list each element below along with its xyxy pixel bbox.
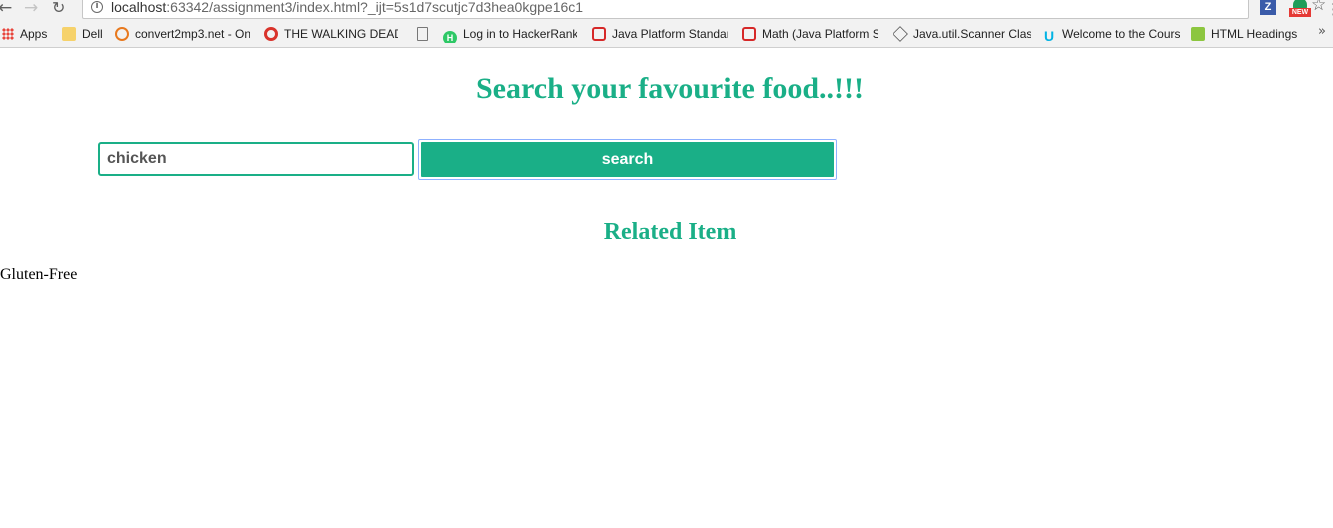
address-bar[interactable]: i localhost:63342/assignment3/index.html…: [82, 0, 1326, 19]
bookmark-hackerrank[interactable]: H Log in to HackerRank: [443, 25, 579, 43]
browser-toolbar: ← → ↻ i localhost:63342/assignment3/inde…: [0, 0, 1333, 20]
diamond-icon: [893, 26, 908, 42]
bookmark-scanner[interactable]: Java.util.Scanner Class: [893, 25, 1033, 43]
page-icon: [417, 27, 428, 41]
bookmarks-bar: Apps Dell convert2mp3.net - On THE WALKI…: [0, 20, 1333, 48]
bookmark-java-platform[interactable]: Java Platform Standar: [592, 25, 730, 43]
bookmark-page[interactable]: [417, 25, 433, 43]
bookmark-html-headings[interactable]: HTML Headings: [1191, 25, 1306, 43]
search-button-label: search: [421, 142, 834, 177]
search-button[interactable]: search: [418, 139, 837, 180]
related-heading: Related Item: [603, 219, 737, 245]
result-item: Gluten-Free: [0, 266, 78, 283]
bookmark-math-java[interactable]: Math (Java Platform S: [742, 25, 880, 43]
bookmark-apps[interactable]: Apps: [2, 25, 54, 43]
bookmark-label: Log in to HackerRank: [463, 27, 577, 41]
url-text[interactable]: localhost:63342/assignment3/index.html?_…: [111, 0, 583, 15]
url-host: localhost: [111, 0, 167, 15]
udacity-icon: U: [1043, 28, 1055, 43]
forward-arrow-icon[interactable]: →: [24, 0, 38, 18]
extension-new-badge: NEW: [1289, 8, 1311, 17]
extension-z-icon[interactable]: Z: [1260, 0, 1276, 15]
bookmark-label: Apps: [20, 27, 48, 41]
search-input[interactable]: [98, 142, 414, 176]
bookmark-label: HTML Headings: [1211, 27, 1298, 41]
twd-icon: [264, 27, 278, 41]
folder-icon: [62, 27, 76, 41]
back-arrow-icon[interactable]: ←: [0, 0, 12, 18]
bookmark-label: Welcome to the Cours: [1062, 27, 1180, 41]
html-icon: [1191, 27, 1205, 41]
hackerrank-icon: H: [443, 31, 457, 43]
bookmark-udacity[interactable]: U Welcome to the Cours: [1042, 25, 1182, 43]
info-icon[interactable]: i: [91, 1, 103, 13]
oracle-icon: [742, 27, 756, 41]
oracle-icon: [592, 27, 606, 41]
reload-icon[interactable]: ↻: [52, 0, 65, 18]
bookmark-label: Java Platform Standar: [612, 27, 728, 41]
url-path: :63342/assignment3/index.html?_ijt=5s1d7…: [166, 0, 584, 15]
extension-new-icon[interactable]: NEW: [1289, 0, 1311, 18]
bookmark-label: convert2mp3.net - On: [135, 27, 250, 41]
menu-kebab-icon[interactable]: ⋮: [1326, 0, 1333, 18]
bookmark-label: THE WALKING DEAD:: [284, 27, 398, 41]
bookmark-dell[interactable]: Dell: [62, 25, 107, 43]
apps-icon: [2, 28, 14, 40]
page-title: Search your favourite food..!!!: [475, 72, 864, 105]
bookmark-star-icon[interactable]: ☆: [1311, 0, 1326, 15]
bookmark-label: Dell: [82, 27, 103, 41]
bookmark-convert2mp3[interactable]: convert2mp3.net - On: [115, 25, 251, 43]
bookmark-label: Java.util.Scanner Class: [913, 27, 1031, 41]
bookmark-walking-dead[interactable]: THE WALKING DEAD:: [264, 25, 401, 43]
more-bookmarks-icon[interactable]: »: [1318, 24, 1326, 39]
convert-icon: [115, 27, 129, 41]
bookmark-label: Math (Java Platform S: [762, 27, 878, 41]
